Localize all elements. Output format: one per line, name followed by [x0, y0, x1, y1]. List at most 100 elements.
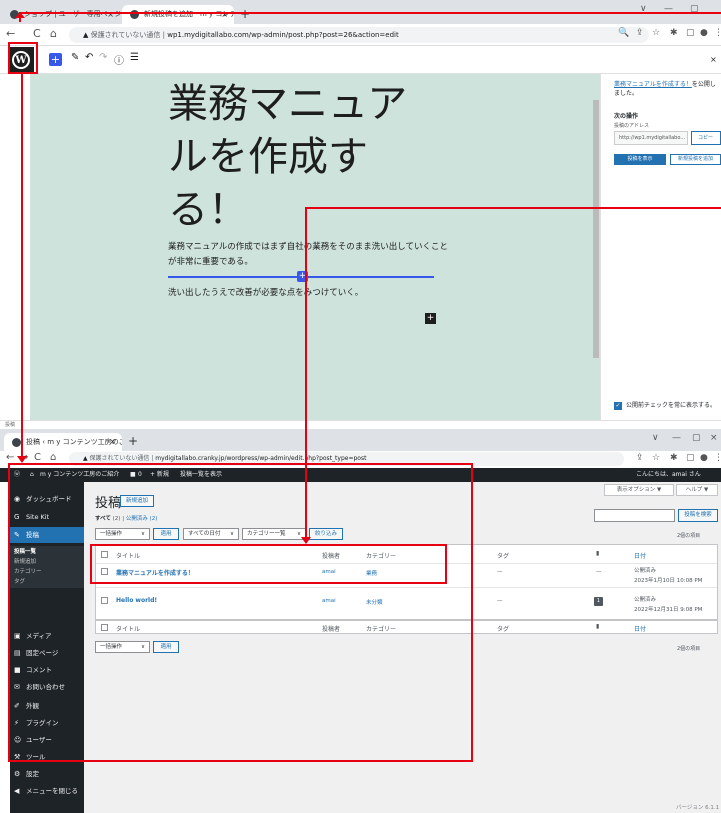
home-icon[interactable]: ⌂ [50, 452, 56, 463]
row-date: 2022年12月31日 9:08 PM [634, 607, 703, 613]
row-status: 公開済み [634, 597, 657, 603]
annotation-arrow-1 [19, 12, 721, 14]
url-text: wp1.mydigitallabo.com/wp-admin/post.php?… [167, 31, 399, 39]
tab-close-icon[interactable]: × [107, 5, 114, 24]
bookmark-star-icon[interactable]: ☆ [652, 28, 660, 38]
canvas-scrollbar[interactable] [593, 100, 599, 358]
sidepanel-icon[interactable]: ▢ [686, 28, 695, 38]
annotation-arrow-3b [305, 207, 307, 537]
block-breadcrumb: 投稿 [0, 420, 721, 429]
extensions-icon[interactable]: ✱ [670, 28, 678, 38]
new-tab-button[interactable]: + [128, 432, 138, 450]
row-tags: — [497, 569, 503, 575]
tab-search-icon[interactable]: ∨ [652, 433, 659, 443]
post-address-label: 投稿のアドレス [614, 123, 650, 129]
published-post-link[interactable]: 業務マニュアルを作成する！ [614, 81, 692, 88]
greeting-account[interactable]: こんにちは、amai さん [636, 468, 701, 482]
annotation-box-logo [8, 42, 38, 74]
search-input[interactable] [594, 509, 675, 522]
list-view-icon[interactable]: ☰ [130, 52, 139, 63]
tab-close-icon[interactable]: × [221, 5, 228, 24]
menu-kebab-icon[interactable]: ⋮ [714, 453, 721, 463]
profile-avatar-icon[interactable]: ● [700, 28, 708, 38]
row-date: 2023年1月10日 10:08 PM [634, 578, 703, 584]
tab-title: 投稿 ‹ m y コンテンツ工房のご紹介 — [26, 438, 122, 446]
items-count-bottom: 2個の項目 [677, 646, 701, 652]
menu-item-collapse[interactable]: ◀ メニューを閉じる [10, 783, 84, 799]
column-tags: タグ [497, 553, 510, 560]
settings-icon: ⚙ [14, 770, 21, 778]
add-block-button[interactable]: + [425, 313, 436, 324]
collapse-icon: ◀ [14, 787, 20, 795]
post-address-field[interactable]: http://wp1.mydigitallabo... [614, 131, 688, 145]
menu-item-label: メニューを閉じる [26, 787, 78, 795]
annotation-arrow-1b [19, 12, 21, 22]
comment-count-bubble[interactable]: 1 [594, 597, 603, 606]
published-notice: 業務マニュアルを作成する！を公開しました。 [614, 80, 718, 98]
copy-button[interactable]: コピー [691, 131, 721, 145]
comments-column-icon[interactable]: ▮ [596, 623, 599, 630]
menu-kebab-icon[interactable]: ⋮ [714, 28, 721, 38]
security-warning: 保護されていない通信 [90, 31, 161, 39]
address-bar[interactable]: ▲ 保護されていない通信 | wp1.mydigitallabo.com/wp-… [69, 27, 649, 43]
warning-icon: ▲ [83, 31, 91, 39]
column-tags-footer: タグ [497, 626, 510, 633]
paragraph-block-1[interactable]: 業務マニュアルの作成ではまず自社の業務をそのまま洗い出していくことが非常に重要で… [168, 240, 448, 270]
profile-avatar-icon[interactable]: ● [700, 453, 708, 463]
editor-toolbar [0, 46, 721, 74]
wp-version: バージョン 6.1.1 [676, 805, 720, 811]
edit-pencil-icon[interactable]: ✎ [71, 52, 79, 63]
paragraph-block-2[interactable]: 洗い出したうえで改善が必要な点をみつけていく。 [168, 286, 448, 301]
search-posts-button[interactable]: 投稿を検索 [678, 509, 718, 522]
security-warning: 保護されていない通信 [89, 455, 150, 462]
minimize-icon[interactable]: — [672, 433, 681, 443]
reload-icon[interactable]: C [33, 27, 41, 40]
help-button[interactable]: ヘルプ ▼ [676, 484, 718, 496]
annotation-arrowhead-3 [301, 537, 311, 544]
wordpress-favicon-icon [12, 438, 21, 447]
always-show-checkbox[interactable]: ✓ [614, 402, 622, 410]
share-icon[interactable]: ⇪ [636, 453, 644, 463]
undo-icon[interactable]: ↶ [85, 52, 93, 63]
browser-tab-bar-2: 投稿 ‹ m y コンテンツ工房のご紹介 — × + ∨ — ▢ × [0, 429, 721, 451]
annotation-box-new-post-row [90, 544, 447, 584]
close-panel-icon[interactable]: × [710, 55, 717, 64]
new-tab-button[interactable]: + [240, 5, 250, 23]
row-tags: — [497, 598, 503, 604]
maximize-icon[interactable]: ▢ [692, 433, 701, 443]
close-window-icon[interactable]: × [710, 433, 718, 443]
view-post-button[interactable]: 投稿を表示 [614, 154, 666, 165]
always-show-label: 公開前チェックを常に表示する。 [626, 402, 717, 409]
row-comments: — [596, 569, 602, 575]
home-icon[interactable]: ⌂ [50, 27, 57, 40]
annotation-arrow-2 [21, 74, 23, 457]
screen-options-button[interactable]: 表示オプション ▼ [604, 484, 674, 496]
menu-item-settings[interactable]: ⚙ 設定 [10, 766, 84, 782]
back-icon[interactable]: ← [6, 27, 15, 40]
reload-icon[interactable]: C [34, 452, 41, 463]
comments-column-icon[interactable]: ▮ [596, 550, 599, 557]
next-steps-heading: 次の操作 [614, 113, 639, 120]
redo-icon[interactable]: ↷ [99, 52, 107, 63]
column-date[interactable]: 日付 [634, 551, 646, 560]
block-inserter-button[interactable]: + [49, 53, 62, 66]
share-icon[interactable]: ⇪ [636, 28, 644, 38]
menu-item-label: 設定 [26, 770, 39, 778]
bookmark-star-icon[interactable]: ☆ [652, 453, 660, 463]
browser-toolbar: ← C ⌂ ▲ 保護されていない通信 | wp1.mydigitallabo.c… [0, 24, 721, 46]
details-info-icon[interactable]: ⓘ [114, 52, 124, 67]
browser-tab-new-post[interactable]: 新規投稿を追加 - m y コンテンツ × [122, 5, 234, 24]
post-title[interactable]: 業務マニュアルを作成する！ [168, 78, 438, 237]
row-status: 公開済み [634, 568, 657, 574]
extensions-icon[interactable]: ✱ [670, 453, 678, 463]
annotation-arrow-3 [305, 207, 721, 209]
annotation-box-admin [8, 463, 473, 762]
tab-close-icon[interactable]: × [109, 433, 116, 451]
zoom-icon[interactable]: 🔍 [618, 28, 629, 38]
back-icon[interactable]: ← [6, 452, 14, 463]
add-new-post-button[interactable]: 新規投稿を追加 [670, 154, 721, 165]
sidepanel-icon[interactable]: ▢ [686, 453, 695, 463]
column-date-footer[interactable]: 日付 [634, 624, 646, 633]
annotation-arrowhead-2 [17, 456, 27, 463]
items-count-top: 2個の項目 [677, 533, 701, 539]
